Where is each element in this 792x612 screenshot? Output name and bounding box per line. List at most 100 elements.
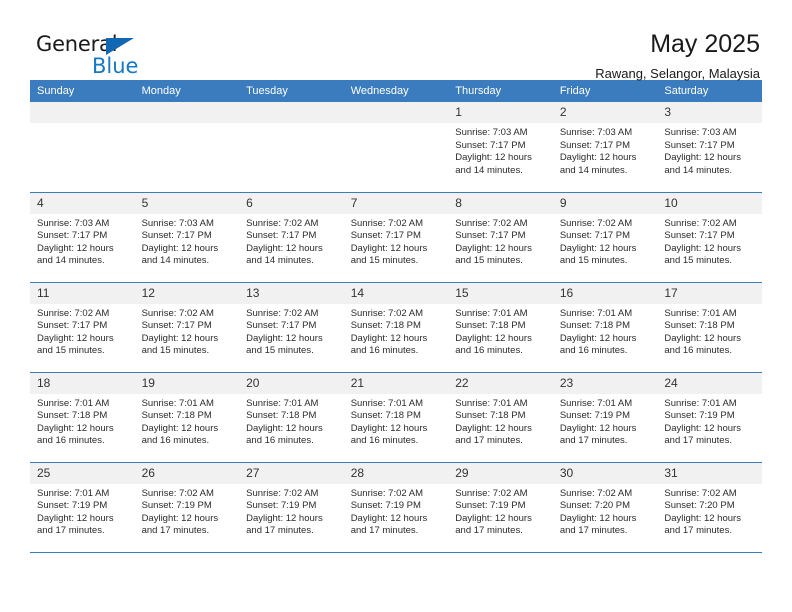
calendar-week-row: 11 Sunrise: 7:02 AM Sunset: 7:17 PM Dayligh…	[30, 282, 762, 373]
daylight-text-line1: Daylight: 12 hours	[37, 332, 114, 344]
day-details: Sunrise: 7:02 AM Sunset: 7:17 PM Daylight:…	[657, 214, 762, 268]
calendar-day-cell[interactable]: 10 Sunrise: 7:02 AM Sunset: 7:17 PM Dayligh…	[657, 192, 762, 283]
calendar-day-cell[interactable]: 1 Sunrise: 7:03 AM Sunset: 7:17 PM Daylight…	[448, 102, 553, 193]
calendar-day-cell[interactable]: 30 Sunrise: 7:02 AM Sunset: 7:20 PM Dayligh…	[552, 462, 658, 553]
day-details: Sunrise: 7:03 AM Sunset: 7:17 PM Daylight:…	[135, 214, 240, 268]
daylight-text-line2: and 17 minutes.	[559, 435, 628, 447]
sunrise-text: Sunrise: 7:02 AM	[37, 307, 110, 319]
calendar-day-cell[interactable]: 21 Sunrise: 7:01 AM Sunset: 7:18 PM Dayligh…	[343, 372, 449, 463]
calendar-day-cell[interactable]: 3 Sunrise: 7:03 AM Sunset: 7:17 PM Daylight…	[657, 102, 762, 193]
page-title: May 2025	[650, 30, 760, 58]
sunrise-text: Sunrise: 7:02 AM	[246, 217, 319, 229]
sunrise-text: Sunrise: 7:02 AM	[350, 487, 424, 499]
sunset-text: Sunset: 7:19 PM	[664, 410, 735, 422]
sunrise-text: Sunrise: 7:02 AM	[664, 487, 737, 499]
daylight-text-line2: and 14 minutes.	[246, 255, 314, 267]
daylight-text-line1: Daylight: 12 hours	[455, 422, 532, 434]
calendar-day-cell[interactable]: 18 Sunrise: 7:01 AM Sunset: 7:18 PM Dayligh…	[30, 372, 135, 463]
title-block: May 2025 Rawang, Selangor, Malaysia	[595, 30, 762, 84]
daylight-text-line2: and 16 minutes.	[350, 435, 419, 447]
calendar-day-cell[interactable]: 4 Sunrise: 7:03 AM Sunset: 7:17 PM Daylight…	[30, 192, 135, 283]
daylight-text-line2: and 17 minutes.	[559, 525, 628, 537]
calendar-day-cell[interactable]: 16 Sunrise: 7:01 AM Sunset: 7:18 PM Dayligh…	[552, 282, 658, 373]
day-details: Sunrise: 7:01 AM Sunset: 7:18 PM Daylight:…	[657, 304, 762, 358]
daylight-text-line2: and 14 minutes.	[141, 255, 210, 267]
sunset-text: Sunset: 7:17 PM	[246, 230, 317, 242]
sunset-text: Sunset: 7:18 PM	[350, 410, 421, 422]
calendar-day-cell[interactable]: 2 Sunrise: 7:03 AM Sunset: 7:17 PM Daylight…	[552, 102, 658, 193]
sunset-text: Sunset: 7:17 PM	[664, 139, 735, 151]
sunrise-text: Sunrise: 7:02 AM	[350, 307, 424, 319]
daylight-text-line1: Daylight: 12 hours	[141, 422, 219, 434]
sunrise-text: Sunrise: 7:01 AM	[37, 487, 110, 499]
day-details: Sunrise: 7:01 AM Sunset: 7:18 PM Daylight:…	[135, 394, 240, 448]
day-number: 24	[657, 372, 762, 394]
day-details: Sunrise: 7:01 AM Sunset: 7:19 PM Daylight:…	[553, 394, 658, 448]
sunrise-text: Sunrise: 7:03 AM	[141, 217, 214, 229]
calendar-day-cell[interactable]: 6 Sunrise: 7:02 AM Sunset: 7:17 PM Daylight…	[239, 192, 344, 283]
sunset-text: Sunset: 7:20 PM	[559, 500, 631, 512]
daylight-text-line2: and 17 minutes.	[455, 525, 523, 537]
day-number: 18	[30, 372, 135, 394]
sunset-text: Sunset: 7:20 PM	[664, 500, 735, 512]
calendar-day-cell[interactable]: 31 Sunrise: 7:02 AM Sunset: 7:20 PM Dayligh…	[657, 462, 762, 553]
sunrise-text: Sunrise: 7:02 AM	[141, 307, 214, 319]
calendar-day-cell[interactable]: 20 Sunrise: 7:01 AM Sunset: 7:18 PM Dayligh…	[239, 372, 344, 463]
calendar-day-cell[interactable]: 8 Sunrise: 7:02 AM Sunset: 7:17 PM Daylight…	[448, 192, 553, 283]
sunrise-text: Sunrise: 7:03 AM	[37, 217, 110, 229]
day-number: 29	[448, 462, 553, 484]
sunset-text: Sunset: 7:18 PM	[455, 410, 526, 422]
day-details: Sunrise: 7:02 AM Sunset: 7:20 PM Daylight:…	[657, 484, 762, 538]
daylight-text-line1: Daylight: 12 hours	[37, 512, 114, 524]
day-number: 12	[134, 282, 240, 304]
calendar-day-cell[interactable]: 17 Sunrise: 7:01 AM Sunset: 7:18 PM Dayligh…	[657, 282, 762, 373]
day-details: Sunrise: 7:02 AM Sunset: 7:17 PM Daylight:…	[239, 214, 344, 268]
daylight-text-line1: Daylight: 12 hours	[559, 242, 637, 254]
day-number: 3	[657, 102, 762, 123]
daylight-text-line2: and 17 minutes.	[664, 435, 732, 447]
calendar-week-row: 1 Sunrise: 7:03 AM Sunset: 7:17 PM Daylight…	[30, 102, 762, 193]
calendar-day-cell[interactable]: 22 Sunrise: 7:01 AM Sunset: 7:18 PM Dayligh…	[448, 372, 553, 463]
sunrise-text: Sunrise: 7:02 AM	[246, 307, 319, 319]
calendar-day-cell[interactable]: 11 Sunrise: 7:02 AM Sunset: 7:17 PM Dayligh…	[30, 282, 135, 373]
day-details: Sunrise: 7:01 AM Sunset: 7:18 PM Daylight:…	[448, 304, 553, 358]
sunrise-text: Sunrise: 7:01 AM	[350, 397, 424, 409]
day-details: Sunrise: 7:01 AM Sunset: 7:18 PM Daylight:…	[344, 394, 449, 448]
day-number	[134, 102, 240, 123]
general-blue-logo[interactable]: General Blue	[30, 30, 170, 86]
calendar-day-cell[interactable]: 14 Sunrise: 7:02 AM Sunset: 7:18 PM Dayligh…	[343, 282, 449, 373]
calendar-day-cell[interactable]: 27 Sunrise: 7:02 AM Sunset: 7:19 PM Dayligh…	[239, 462, 344, 553]
sunrise-text: Sunrise: 7:01 AM	[664, 307, 737, 319]
day-details: Sunrise: 7:02 AM Sunset: 7:19 PM Daylight:…	[135, 484, 240, 538]
daylight-text-line2: and 14 minutes.	[664, 164, 732, 176]
calendar-day-cell[interactable]: 29 Sunrise: 7:02 AM Sunset: 7:19 PM Dayligh…	[448, 462, 553, 553]
daylight-text-line1: Daylight: 12 hours	[141, 512, 219, 524]
day-number: 25	[30, 462, 135, 484]
sunset-text: Sunset: 7:19 PM	[37, 500, 108, 512]
calendar-day-cell[interactable]: 12 Sunrise: 7:02 AM Sunset: 7:17 PM Dayligh…	[134, 282, 240, 373]
calendar-day-cell[interactable]: 13 Sunrise: 7:02 AM Sunset: 7:17 PM Dayligh…	[239, 282, 344, 373]
daylight-text-line1: Daylight: 12 hours	[455, 152, 532, 164]
calendar-day-cell[interactable]: 25 Sunrise: 7:01 AM Sunset: 7:19 PM Dayligh…	[30, 462, 135, 553]
calendar-page: General Blue May 2025 Rawang, Selangor, …	[0, 0, 792, 612]
daylight-text-line1: Daylight: 12 hours	[141, 332, 219, 344]
sunrise-text: Sunrise: 7:01 AM	[141, 397, 214, 409]
day-number: 8	[448, 192, 553, 214]
calendar-day-cell[interactable]: 24 Sunrise: 7:01 AM Sunset: 7:19 PM Dayligh…	[657, 372, 762, 463]
day-number: 6	[239, 192, 344, 214]
day-number: 7	[343, 192, 449, 214]
calendar-day-cell[interactable]: 26 Sunrise: 7:02 AM Sunset: 7:19 PM Dayligh…	[134, 462, 240, 553]
calendar-day-cell[interactable]: 7 Sunrise: 7:02 AM Sunset: 7:17 PM Daylight…	[343, 192, 449, 283]
calendar-day-cell[interactable]: 5 Sunrise: 7:03 AM Sunset: 7:17 PM Daylight…	[134, 192, 240, 283]
day-details: Sunrise: 7:01 AM Sunset: 7:18 PM Daylight:…	[239, 394, 344, 448]
calendar-day-cell[interactable]: 9 Sunrise: 7:02 AM Sunset: 7:17 PM Daylight…	[552, 192, 658, 283]
sunrise-text: Sunrise: 7:02 AM	[246, 487, 319, 499]
calendar-day-cell[interactable]: 19 Sunrise: 7:01 AM Sunset: 7:18 PM Dayligh…	[134, 372, 240, 463]
daylight-text-line2: and 17 minutes.	[246, 525, 314, 537]
day-number	[343, 102, 449, 123]
day-number: 2	[552, 102, 658, 123]
calendar-day-cell[interactable]: 15 Sunrise: 7:01 AM Sunset: 7:18 PM Dayligh…	[448, 282, 553, 373]
calendar-day-cell[interactable]: 23 Sunrise: 7:01 AM Sunset: 7:19 PM Dayligh…	[552, 372, 658, 463]
calendar-day-cell[interactable]: 28 Sunrise: 7:02 AM Sunset: 7:19 PM Dayligh…	[343, 462, 449, 553]
day-number: 10	[657, 192, 762, 214]
